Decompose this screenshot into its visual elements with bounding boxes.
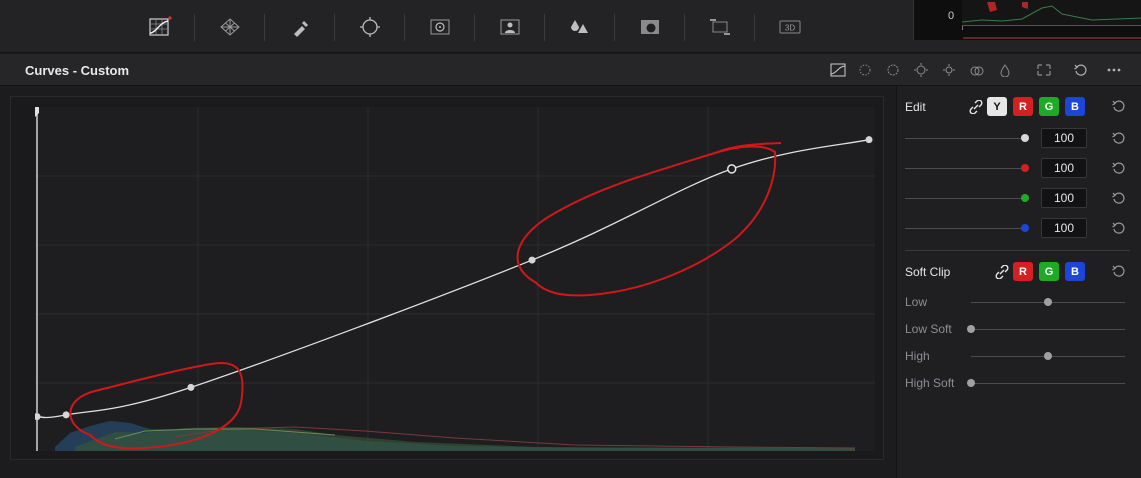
channel-g-button[interactable]: G — [1039, 97, 1059, 116]
more-options-icon[interactable] — [1105, 62, 1123, 78]
soft-clip-label: Soft Clip — [905, 265, 951, 279]
toolbar-divider — [684, 14, 685, 41]
section-divider — [905, 250, 1130, 251]
curve-control-point[interactable] — [62, 411, 70, 419]
expand-icon[interactable] — [1035, 62, 1053, 78]
channel-y-button[interactable]: Y — [987, 97, 1007, 116]
curve-control-point[interactable] — [35, 413, 41, 421]
low-soft-slider-track[interactable] — [971, 329, 1125, 330]
edit-slider-knob-g[interactable] — [1021, 194, 1029, 202]
color-warper-icon[interactable] — [213, 10, 247, 44]
curve-control-point[interactable] — [187, 383, 195, 391]
toolbar-divider — [334, 14, 335, 41]
edit-value-r[interactable]: 100 — [1041, 158, 1087, 178]
edit-value-b[interactable]: 100 — [1041, 218, 1087, 238]
page-title: Curves - Custom — [25, 63, 130, 78]
toolbar-divider — [404, 14, 405, 41]
hue-vs-sat-icon[interactable] — [884, 62, 902, 78]
scope-ticks — [962, 26, 1141, 39]
qualifier-eyedropper-icon[interactable] — [283, 10, 317, 44]
sat-vs-sat-icon[interactable] — [968, 62, 986, 78]
reset-icon[interactable] — [1111, 190, 1127, 206]
high-soft-slider-knob[interactable] — [967, 379, 975, 387]
histogram — [55, 421, 856, 451]
blur-icon[interactable] — [563, 10, 597, 44]
edit-slider-knob-y[interactable] — [1021, 134, 1029, 142]
toolbar-divider — [544, 14, 545, 41]
hue-vs-lum-icon[interactable] — [912, 62, 930, 78]
curve-graph[interactable] — [35, 107, 875, 451]
curves-header: Curves - Custom — [0, 54, 1141, 86]
reset-icon[interactable] — [1111, 130, 1127, 146]
edit-value-y[interactable]: 100 — [1041, 128, 1087, 148]
toolbar-divider — [474, 14, 475, 41]
high-soft-slider-track[interactable] — [971, 383, 1125, 384]
curve-control-point[interactable] — [865, 136, 873, 144]
curve-line[interactable] — [36, 139, 870, 419]
control-points — [35, 136, 873, 421]
reset-icon[interactable] — [1111, 160, 1127, 176]
reset-icon[interactable] — [1111, 98, 1127, 114]
curve-control-point[interactable] — [528, 256, 536, 264]
edit-slider-track[interactable] — [905, 168, 1025, 169]
edit-slider-knob-r[interactable] — [1021, 164, 1029, 172]
curve-canvas[interactable] — [35, 107, 875, 451]
key-icon[interactable] — [633, 10, 667, 44]
color-page: 3D 0 Curves - Custom Edit Y R G B 100 10… — [0, 0, 1141, 478]
reset-icon[interactable] — [1072, 62, 1090, 78]
magic-mask-icon[interactable] — [493, 10, 527, 44]
reset-icon[interactable] — [1111, 263, 1127, 279]
window-icon[interactable] — [353, 10, 387, 44]
sat-vs-lum-icon[interactable] — [996, 62, 1014, 78]
low-label: Low — [905, 295, 928, 309]
softclip-g-button[interactable]: G — [1039, 262, 1059, 281]
lum-vs-sat-icon[interactable] — [940, 62, 958, 78]
low-slider-knob[interactable] — [1044, 298, 1052, 306]
low-soft-label: Low Soft — [905, 322, 952, 336]
softclip-b-button[interactable]: B — [1065, 262, 1085, 281]
edit-slider-knob-b[interactable] — [1021, 224, 1029, 232]
toolbar-divider — [754, 14, 755, 41]
edit-slider-track[interactable] — [905, 228, 1025, 229]
scope-preview: 0 — [913, 0, 1141, 40]
scope-zero-label: 0 — [948, 10, 955, 22]
scope-trace — [961, 0, 1141, 26]
curve-graph-panel — [10, 96, 884, 460]
low-soft-slider-knob[interactable] — [967, 325, 975, 333]
high-label: High — [905, 349, 930, 363]
sizing-icon[interactable] — [703, 10, 737, 44]
high-slider-knob[interactable] — [1044, 352, 1052, 360]
toolbar-divider — [264, 14, 265, 41]
edit-slider-track[interactable] — [905, 198, 1025, 199]
channel-b-button[interactable]: B — [1065, 97, 1085, 116]
annotation-circles — [69, 142, 782, 450]
edit-value-g[interactable]: 100 — [1041, 188, 1087, 208]
channel-r-button[interactable]: R — [1013, 97, 1033, 116]
curves-edit-panel: Edit Y R G B 100 100 100 100 Soft Clip R… — [896, 86, 1141, 478]
link-icon[interactable] — [969, 100, 983, 114]
3d-label: 3D — [785, 24, 795, 33]
curve-mode-icon[interactable] — [829, 62, 847, 78]
edit-slider-track[interactable] — [905, 138, 1025, 139]
tracker-icon[interactable] — [423, 10, 457, 44]
hue-vs-hue-icon[interactable] — [856, 62, 874, 78]
softclip-r-button[interactable]: R — [1013, 262, 1033, 281]
graph-grid — [35, 107, 875, 451]
high-soft-label: High Soft — [905, 376, 955, 390]
link-icon[interactable] — [995, 265, 1009, 279]
3d-icon[interactable]: 3D — [773, 10, 807, 44]
edit-label: Edit — [905, 100, 926, 114]
toolbar-divider — [194, 14, 195, 41]
toolbar-divider — [614, 14, 615, 41]
curve-control-point[interactable] — [726, 164, 737, 174]
curves-icon[interactable] — [143, 10, 177, 44]
reset-icon[interactable] — [1111, 220, 1127, 236]
